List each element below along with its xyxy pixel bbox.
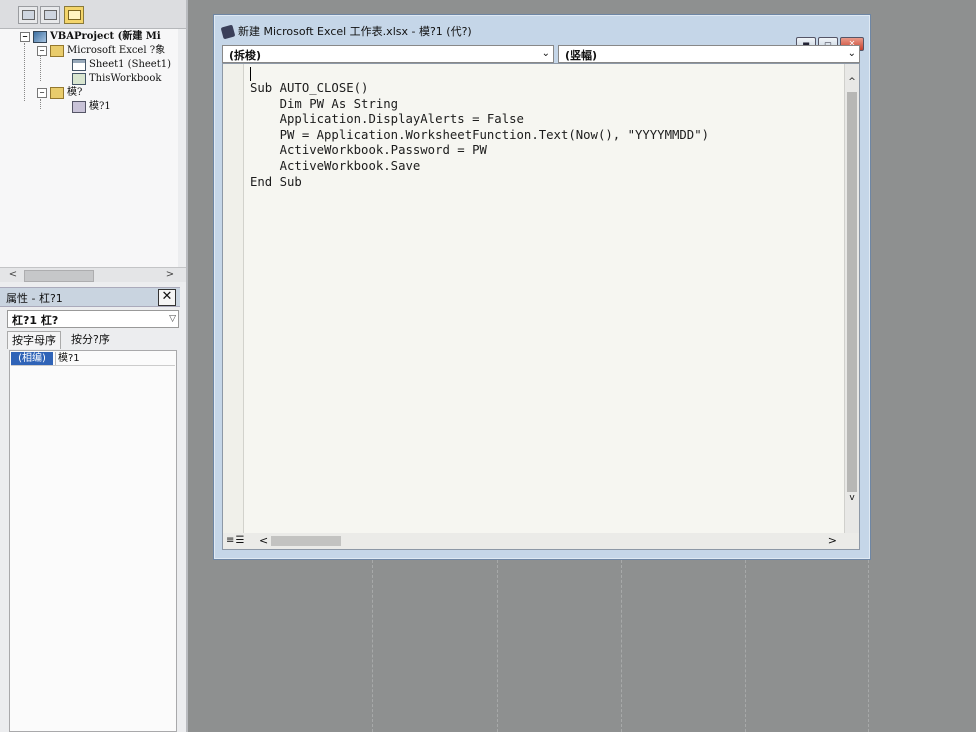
- grid-line: [621, 560, 622, 732]
- code-bottom-bar: ≡ ☰ < >: [222, 533, 860, 550]
- vba-icon: [220, 24, 236, 40]
- procedure-combo-value: (竖幅): [565, 49, 598, 62]
- properties-title: 属性 - 杠?1: [6, 292, 63, 305]
- chevron-down-icon[interactable]: ⌄: [542, 46, 550, 62]
- procedure-combo[interactable]: (竖幅) ⌄: [558, 45, 860, 63]
- module-icon: [72, 100, 86, 113]
- scroll-right-icon[interactable]: >: [828, 533, 837, 549]
- object-combo-value: (拆梭): [229, 49, 262, 62]
- tree-line: [24, 43, 25, 101]
- tree-item-vbaproject[interactable]: − VBAProject (新建 Mi: [20, 30, 161, 44]
- project-explorer-panel: − VBAProject (新建 Mi − Microsoft Excel ?象 S…: [0, 0, 188, 732]
- scroll-thumb[interactable]: [847, 92, 857, 492]
- collapse-icon[interactable]: −: [37, 87, 47, 98]
- folder-icon: [50, 44, 64, 57]
- grid-line: [745, 560, 746, 732]
- tree-item-sheet1[interactable]: Sheet1 (Sheet1): [72, 58, 171, 72]
- scroll-up-icon[interactable]: ^: [845, 76, 859, 88]
- view-object-button[interactable]: [40, 6, 60, 24]
- tree-item-label: Sheet1 (Sheet1): [89, 59, 171, 70]
- workbook-icon: [72, 72, 86, 85]
- properties-grid: (相编) 模?1: [9, 350, 177, 732]
- tree-item-label: 模?1: [89, 101, 111, 112]
- properties-object-select[interactable]: 杠?1 杠? ▽: [7, 310, 179, 328]
- close-icon[interactable]: ✕: [158, 289, 176, 306]
- grid-line: [372, 560, 373, 732]
- scroll-left-icon[interactable]: <: [6, 268, 20, 282]
- tree-item-excel-objects[interactable]: − Microsoft Excel ?象: [37, 44, 165, 58]
- scroll-right-icon[interactable]: >: [163, 268, 177, 282]
- property-name[interactable]: (相编): [11, 352, 53, 365]
- scroll-thumb[interactable]: [24, 270, 94, 282]
- code-editor[interactable]: Sub AUTO_CLOSE() Dim PW As String Applic…: [222, 63, 860, 535]
- text-cursor: [250, 67, 251, 81]
- tree-item-label: Microsoft Excel ?象: [67, 45, 166, 56]
- property-row-name[interactable]: (相编) 模?1: [11, 352, 175, 366]
- collapse-icon[interactable]: −: [20, 31, 30, 42]
- properties-title-bar: 属性 - 杠?1 ✕: [0, 287, 180, 307]
- property-value[interactable]: 模?1: [55, 352, 80, 365]
- worksheet-icon: [72, 58, 86, 71]
- grid-line: [868, 560, 869, 732]
- code-text[interactable]: Sub AUTO_CLOSE() Dim PW As String Applic…: [250, 81, 709, 190]
- tree-item-label: 模?: [67, 87, 83, 98]
- chevron-down-icon[interactable]: ⌄: [848, 46, 856, 62]
- code-vertical-scrollbar[interactable]: ^ v: [844, 64, 859, 534]
- code-margin: [223, 64, 244, 534]
- scroll-down-icon[interactable]: v: [845, 492, 859, 504]
- object-select-value: 杠?1 杠?: [12, 314, 59, 327]
- view-toggle-icons[interactable]: ≡ ☰: [226, 535, 245, 546]
- folder-icon: [50, 86, 64, 99]
- code-window-title-bar: 新建 Microsoft Excel 工作表.xlsx - 模?1 (代?): [220, 23, 472, 41]
- tree-item-modules[interactable]: − 模?: [37, 86, 82, 100]
- tree-horizontal-scrollbar[interactable]: < >: [0, 267, 186, 282]
- code-window-title: 新建 Microsoft Excel 工作表.xlsx - 模?1 (代?): [238, 25, 472, 38]
- tree-item-label: VBAProject (新建 Mi: [50, 31, 161, 42]
- tree-line: [40, 55, 41, 81]
- tab-alphabetic[interactable]: 按字母序: [7, 331, 61, 349]
- form-icon: [44, 10, 57, 20]
- view-code-button[interactable]: [18, 6, 38, 24]
- tree-item-thisworkbook[interactable]: ThisWorkbook: [72, 72, 161, 86]
- horizontal-scroll-thumb[interactable]: [271, 536, 341, 546]
- code-window: 新建 Microsoft Excel 工作表.xlsx - 模?1 (代?) ▬…: [213, 14, 871, 560]
- vba-project-icon: [33, 30, 47, 43]
- tree-item-module1[interactable]: 模?1: [72, 100, 111, 114]
- toggle-folders-button[interactable]: [64, 6, 84, 24]
- collapse-icon[interactable]: −: [37, 45, 47, 56]
- explorer-toolbar: [0, 0, 186, 29]
- project-tree: − VBAProject (新建 Mi − Microsoft Excel ?象 S…: [0, 29, 178, 267]
- tab-categorized[interactable]: 按分?序: [67, 331, 114, 348]
- tree-line: [40, 99, 41, 109]
- grid-line: [497, 560, 498, 732]
- object-combo[interactable]: (拆梭) ⌄: [222, 45, 554, 63]
- folder-icon: [68, 10, 81, 20]
- properties-tabs: 按字母序 按分?序: [7, 331, 177, 349]
- code-icon: [22, 10, 35, 20]
- chevron-down-icon[interactable]: ▽: [169, 311, 176, 327]
- tree-item-label: ThisWorkbook: [89, 73, 162, 84]
- scroll-left-icon[interactable]: <: [259, 533, 268, 549]
